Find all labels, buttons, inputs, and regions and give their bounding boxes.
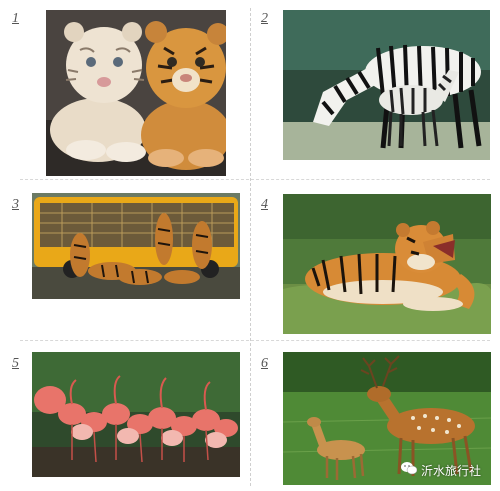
item-number-3: 3 bbox=[12, 197, 19, 212]
photo-lying-tiger[interactable] bbox=[283, 194, 491, 334]
item-number-2: 2 bbox=[261, 11, 268, 26]
item-number-6: 6 bbox=[261, 356, 268, 371]
photo-tigers-bus[interactable] bbox=[32, 193, 240, 299]
wechat-icon bbox=[401, 461, 418, 480]
item-number-4: 4 bbox=[261, 197, 268, 212]
watermark: 沂水旅行社 bbox=[401, 461, 481, 480]
photo-flamingos[interactable] bbox=[32, 352, 240, 477]
vertical-divider bbox=[250, 8, 251, 486]
row-divider-1 bbox=[20, 179, 490, 180]
row-divider-2 bbox=[20, 340, 490, 341]
item-number-5: 5 bbox=[12, 356, 19, 371]
photo-tiger-cubs[interactable] bbox=[46, 10, 226, 176]
photo-zebras[interactable] bbox=[283, 10, 490, 160]
watermark-text: 沂水旅行社 bbox=[421, 464, 482, 478]
item-number-1: 1 bbox=[12, 11, 19, 26]
